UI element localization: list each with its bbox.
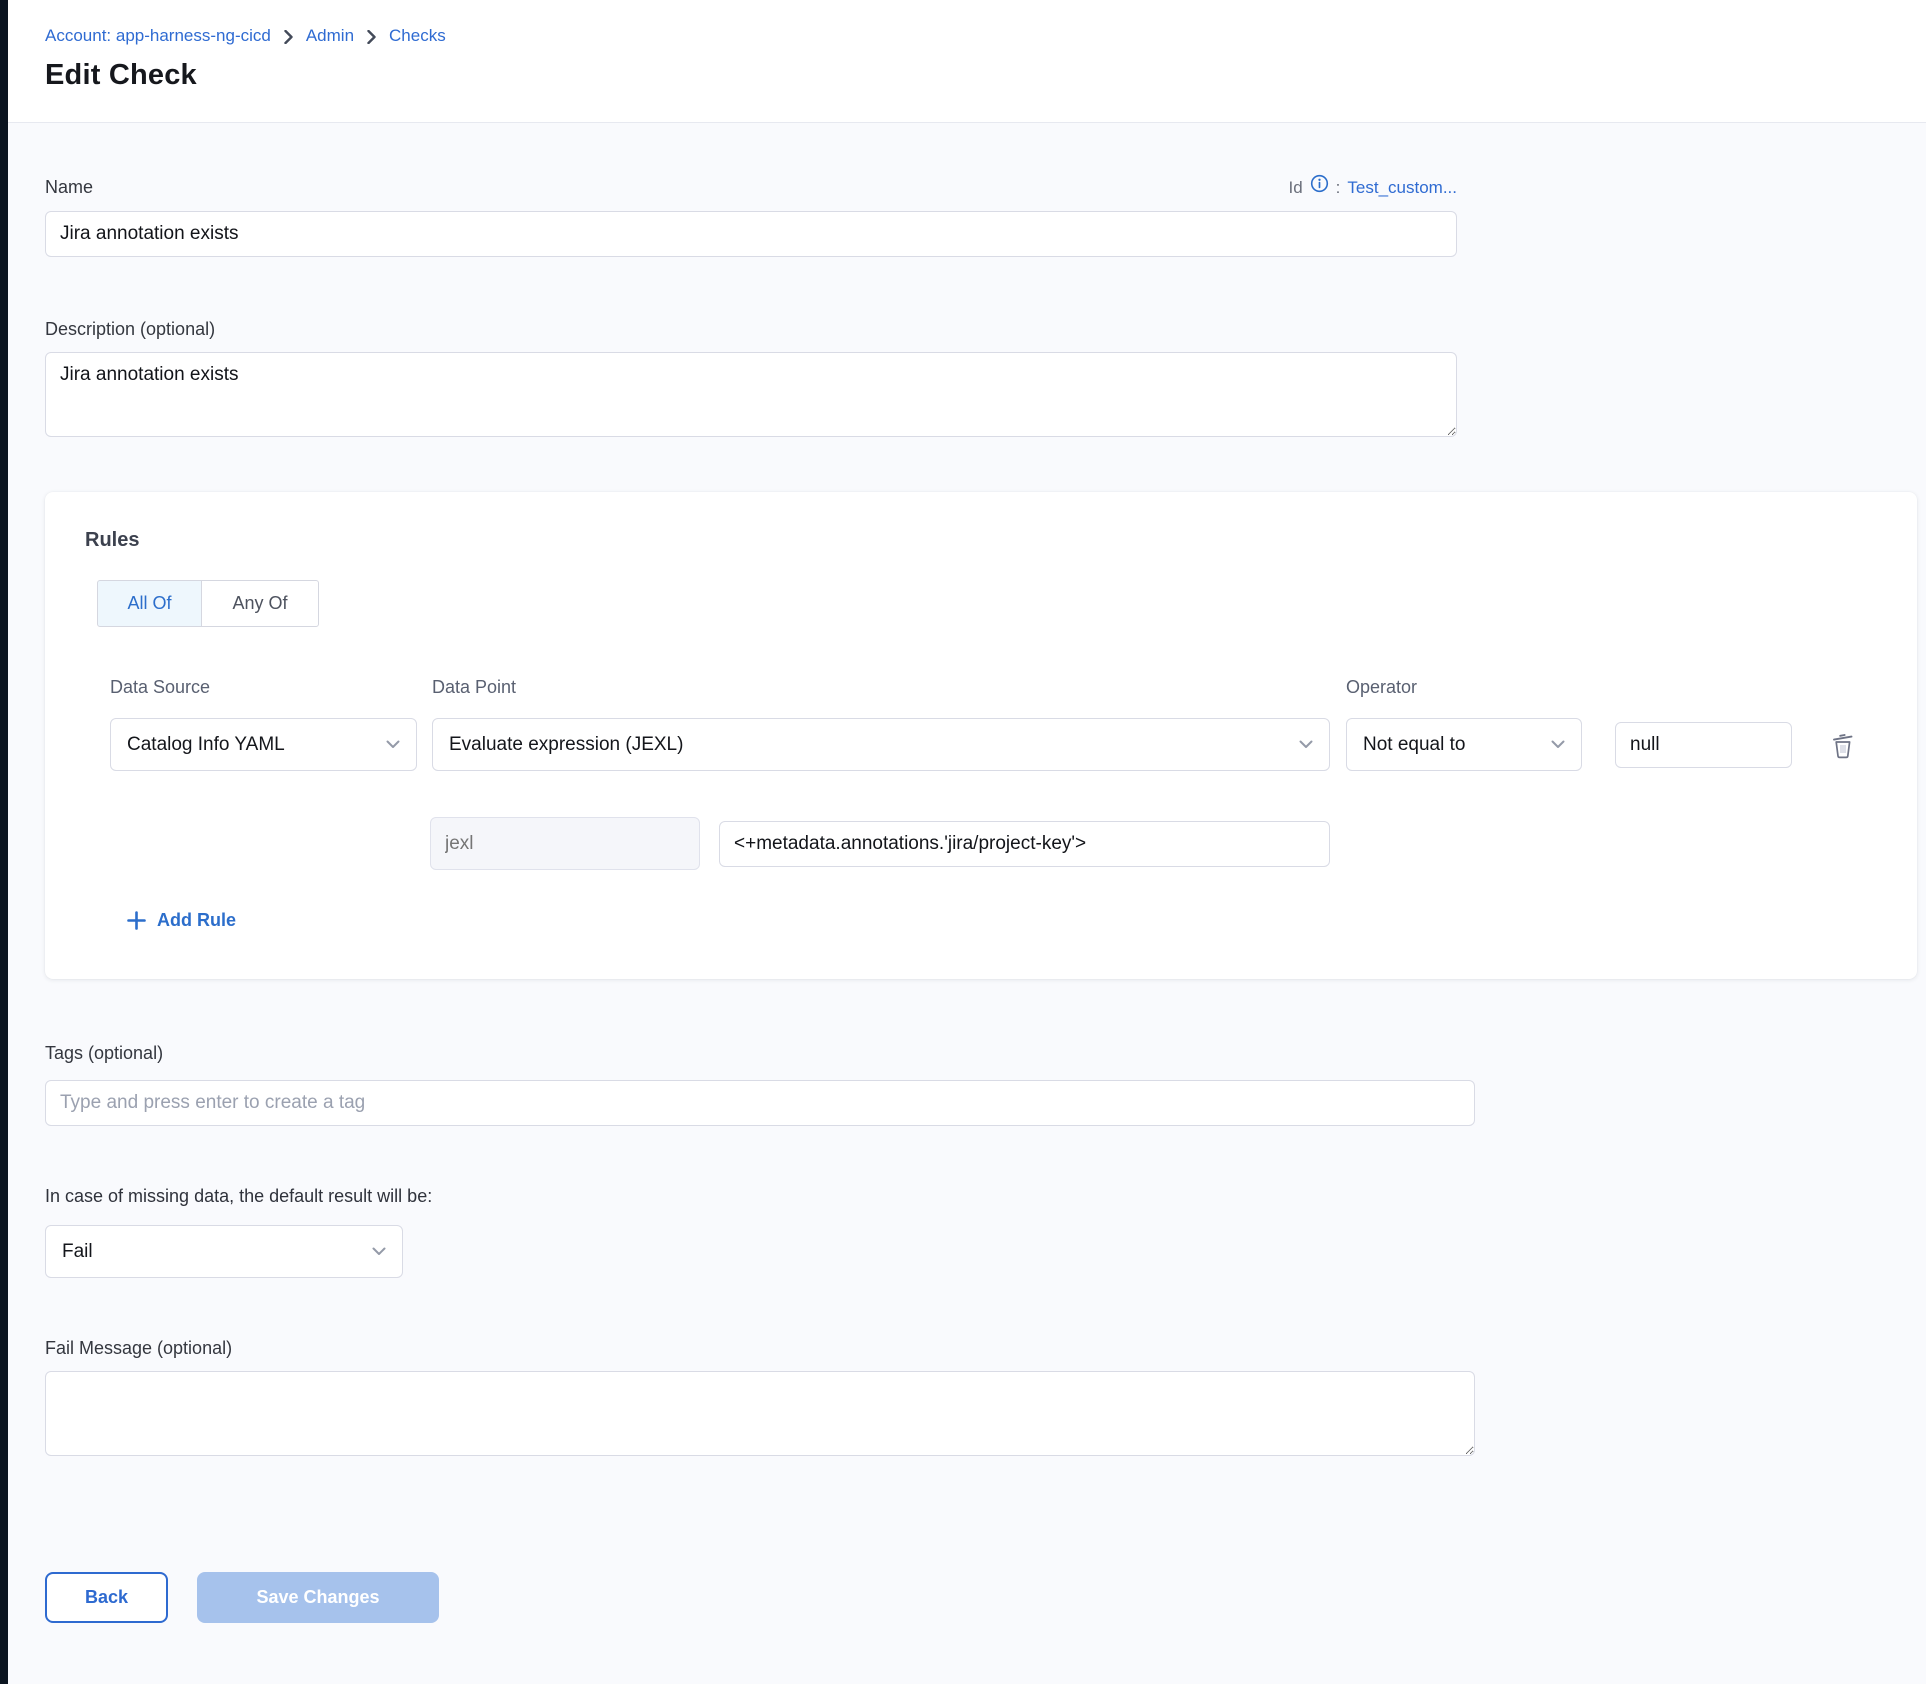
edit-check-page: Account: app-harness-ng-cicd Admin Check… [0, 0, 1926, 1684]
data-source-label: Data Source [110, 677, 417, 698]
collapsed-sidebar-strip[interactable] [0, 0, 8, 1684]
rules-title: Rules [85, 529, 1877, 552]
breadcrumb-checks-link[interactable]: Checks [389, 26, 446, 46]
form-main: Name Id : Test_custom... Description (op… [0, 177, 1926, 1653]
data-point-value: Evaluate expression (JEXL) [449, 734, 683, 756]
chevron-down-icon [1551, 740, 1565, 749]
id-value-link[interactable]: Test_custom... [1347, 178, 1457, 198]
tags-input[interactable] [45, 1080, 1475, 1126]
trash-icon [1830, 731, 1856, 759]
data-source-value: Catalog Info YAML [127, 734, 285, 756]
operator-select[interactable]: Not equal to [1346, 718, 1582, 771]
name-id-row: Name Id : Test_custom... [45, 177, 1457, 198]
id-label: Id [1288, 178, 1302, 198]
name-input[interactable] [45, 211, 1457, 257]
id-display: Id : Test_custom... [1288, 178, 1457, 198]
save-changes-button[interactable]: Save Changes [197, 1572, 439, 1623]
breadcrumb-account-link[interactable]: Account: app-harness-ng-cicd [45, 26, 271, 46]
chevron-right-icon [367, 30, 376, 44]
jexl-expression-input[interactable] [719, 821, 1330, 867]
operator-label: Operator [1346, 677, 1582, 698]
jexl-input[interactable] [430, 817, 700, 870]
fail-message-textarea[interactable] [45, 1371, 1475, 1456]
tags-label: Tags (optional) [45, 1043, 1926, 1064]
add-rule-button[interactable]: Add Rule [127, 910, 236, 931]
expression-row [430, 817, 1877, 870]
default-result-value: Fail [62, 1241, 93, 1263]
back-button[interactable]: Back [45, 1572, 168, 1623]
chevron-down-icon [386, 740, 400, 749]
tab-all-of[interactable]: All Of [97, 580, 202, 627]
id-separator: : [1336, 178, 1341, 198]
tab-any-of[interactable]: Any Of [201, 580, 319, 627]
info-icon[interactable] [1310, 174, 1329, 193]
breadcrumb: Account: app-harness-ng-cicd Admin Check… [45, 26, 1926, 46]
data-point-select[interactable]: Evaluate expression (JEXL) [432, 718, 1330, 771]
chevron-down-icon [372, 1247, 386, 1256]
default-result-label: In case of missing data, the default res… [45, 1186, 1926, 1207]
operator-value: Not equal to [1363, 734, 1465, 756]
delete-rule-button[interactable] [1830, 718, 1856, 771]
chevron-right-icon [284, 30, 293, 44]
rule-row: Catalog Info YAML Evaluate expression (J… [110, 718, 1877, 771]
fail-message-label: Fail Message (optional) [45, 1338, 1926, 1359]
comparison-value-input[interactable] [1615, 722, 1792, 768]
breadcrumb-admin-link[interactable]: Admin [306, 26, 354, 46]
data-source-select[interactable]: Catalog Info YAML [110, 718, 417, 771]
page-title: Edit Check [45, 59, 1926, 92]
form-actions: Back Save Changes [45, 1572, 1926, 1653]
rule-column-labels: Data Source Data Point Operator [110, 677, 1877, 698]
description-label: Description (optional) [45, 319, 1926, 340]
chevron-down-icon [1299, 740, 1313, 749]
plus-icon [127, 911, 146, 930]
rules-match-tabs: All Of Any Of [97, 580, 319, 627]
default-result-select[interactable]: Fail [45, 1225, 403, 1278]
description-textarea[interactable]: Jira annotation exists [45, 352, 1457, 437]
data-point-label: Data Point [432, 677, 1330, 698]
add-rule-label: Add Rule [157, 910, 236, 931]
page-header: Account: app-harness-ng-cicd Admin Check… [0, 0, 1926, 123]
name-label: Name [45, 177, 93, 198]
rules-card: Rules All Of Any Of Data Source Data Poi… [45, 492, 1917, 979]
